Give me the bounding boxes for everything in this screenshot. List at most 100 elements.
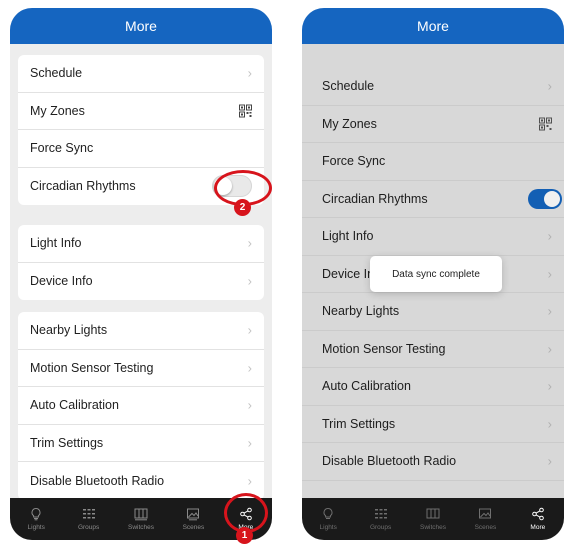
list-item-label: Motion Sensor Testing [30,360,154,375]
chevron-right-icon: › [547,378,552,394]
list-item-motion-sensor-testing[interactable]: Motion Sensor Testing › [302,331,564,368]
tab-scenes[interactable]: Scenes [167,498,219,540]
list-item-schedule[interactable]: Schedule › [302,68,564,106]
list-item-label: Force Sync [322,154,386,169]
toast-message: Data sync complete [370,256,502,292]
tab-groups[interactable]: Groups [62,498,114,540]
list-item-label: My Zones [30,103,85,118]
list-item-trim-settings[interactable]: Trim Settings › [302,406,564,443]
tab-label: Lights [319,524,337,531]
tab-scenes[interactable]: Scenes [459,498,511,540]
tab-label: Switches [128,524,155,531]
chevron-right-icon: › [247,322,252,338]
settings-group-2: Light Info › Device Info › [18,225,264,300]
list-item-device-info[interactable]: Device Info › [18,263,264,301]
list-item-label: Schedule [30,66,83,81]
list-item-force-sync[interactable]: Force Sync [302,143,564,181]
tab-lights[interactable]: Lights [10,498,62,540]
step-badge-2: 2 [234,199,251,216]
tab-bar: Lights Groups Switches [302,498,564,540]
list-item-label: Circadian Rhythms [322,191,428,206]
qr-code-icon[interactable] [239,104,252,118]
list-item-nearby-lights[interactable]: Nearby Lights › [18,312,264,350]
chevron-right-icon: › [247,65,252,81]
list-item-circadian-rhythms: Circadian Rhythms [302,181,564,218]
list-item-motion-sensor-testing[interactable]: Motion Sensor Testing › [18,350,264,387]
chevron-right-icon: › [247,397,252,413]
list-item-label: Light Info [322,229,374,244]
chevron-right-icon: › [547,228,552,244]
chevron-right-icon: › [547,341,552,357]
list-item-label: Light Info [30,236,82,251]
image-icon [479,508,492,519]
list-item-auto-calibration[interactable]: Auto Calibration › [302,368,564,406]
tab-switches[interactable]: Switches [115,498,167,540]
list-item-my-zones[interactable]: My Zones [302,106,564,143]
bulb-icon [31,507,41,521]
tab-label: Lights [27,524,45,531]
chevron-right-icon: › [247,473,252,489]
share-icon [532,507,544,521]
chevron-right-icon: › [247,273,252,289]
list-item-label: My Zones [322,116,377,131]
list-item-disable-bluetooth-radio[interactable]: Disable Bluetooth Radio › [18,462,264,500]
list-item-nearby-lights[interactable]: Nearby Lights › [302,293,564,331]
tab-label: More [530,524,546,531]
page-title: More [10,8,272,44]
switches-icon [134,508,148,521]
list-item-label: Auto Calibration [30,398,119,413]
settings-group-3: Nearby Lights › Motion Sensor Testing › … [18,312,264,500]
list-item-label: Auto Calibration [322,379,411,394]
chevron-right-icon: › [547,78,552,94]
list-item-light-info[interactable]: Light Info › [302,218,564,256]
list-item-auto-calibration[interactable]: Auto Calibration › [18,387,264,425]
list-item-force-sync[interactable]: Force Sync [18,130,264,168]
circadian-rhythms-toggle[interactable] [528,188,562,209]
chevron-right-icon: › [547,266,552,282]
chevron-right-icon: › [547,416,552,432]
switches-icon [426,508,440,519]
chevron-right-icon: › [247,235,252,251]
list-item-label: Force Sync [30,141,94,156]
tab-label: Groups [369,524,392,531]
toggle-knob [544,190,560,207]
list-item-label: Nearby Lights [322,304,400,319]
chevron-right-icon: › [547,303,552,319]
list-item-disable-bluetooth-radio[interactable]: Disable Bluetooth Radio › [302,443,564,481]
tab-label: Scenes [182,524,205,531]
list-item-schedule[interactable]: Schedule › [18,55,264,93]
chevron-right-icon: › [247,435,252,451]
tab-label: Groups [77,524,100,531]
list-item-label: Circadian Rhythms [30,179,136,194]
list-item-label: Disable Bluetooth Radio [322,454,457,469]
list-item-trim-settings[interactable]: Trim Settings › [18,425,264,462]
list-item-label: Motion Sensor Testing [322,341,446,356]
tab-switches[interactable]: Switches [407,498,459,540]
chevron-right-icon: › [547,453,552,469]
tab-label: Switches [420,524,447,531]
grid-icon [374,509,387,519]
list-item-label: Schedule [322,79,375,94]
grid-icon [82,509,95,519]
list-item-light-info[interactable]: Light Info › [18,225,264,263]
list-item-label: Trim Settings [322,416,396,431]
phone-screen-left: More Schedule › My Zones Force Sync Circ… [10,8,272,540]
step-badge-1: 1 [236,527,253,544]
qr-code-icon[interactable] [539,117,552,131]
list-item-my-zones[interactable]: My Zones [18,93,264,130]
bulb-icon [323,507,333,519]
tab-lights[interactable]: Lights [302,498,354,540]
list-item-label: Disable Bluetooth Radio [30,473,165,488]
tab-more[interactable]: More [512,498,564,540]
settings-list: Schedule › My Zones Force Sync Circadian… [302,44,564,498]
list-item-label: Device Info [30,274,93,289]
page-title: More [302,8,564,44]
chevron-right-icon: › [247,360,252,376]
list-item-label: Trim Settings [30,435,104,450]
list-item-label: Nearby Lights [30,323,108,338]
tab-groups[interactable]: Groups [354,498,406,540]
phone-screen-right: More Schedule › My Zones Force Sync Circ… [302,8,564,540]
image-icon [187,508,200,521]
settings-list: Schedule › My Zones Force Sync Circadian… [10,44,272,500]
tab-label: Scenes [474,524,497,531]
